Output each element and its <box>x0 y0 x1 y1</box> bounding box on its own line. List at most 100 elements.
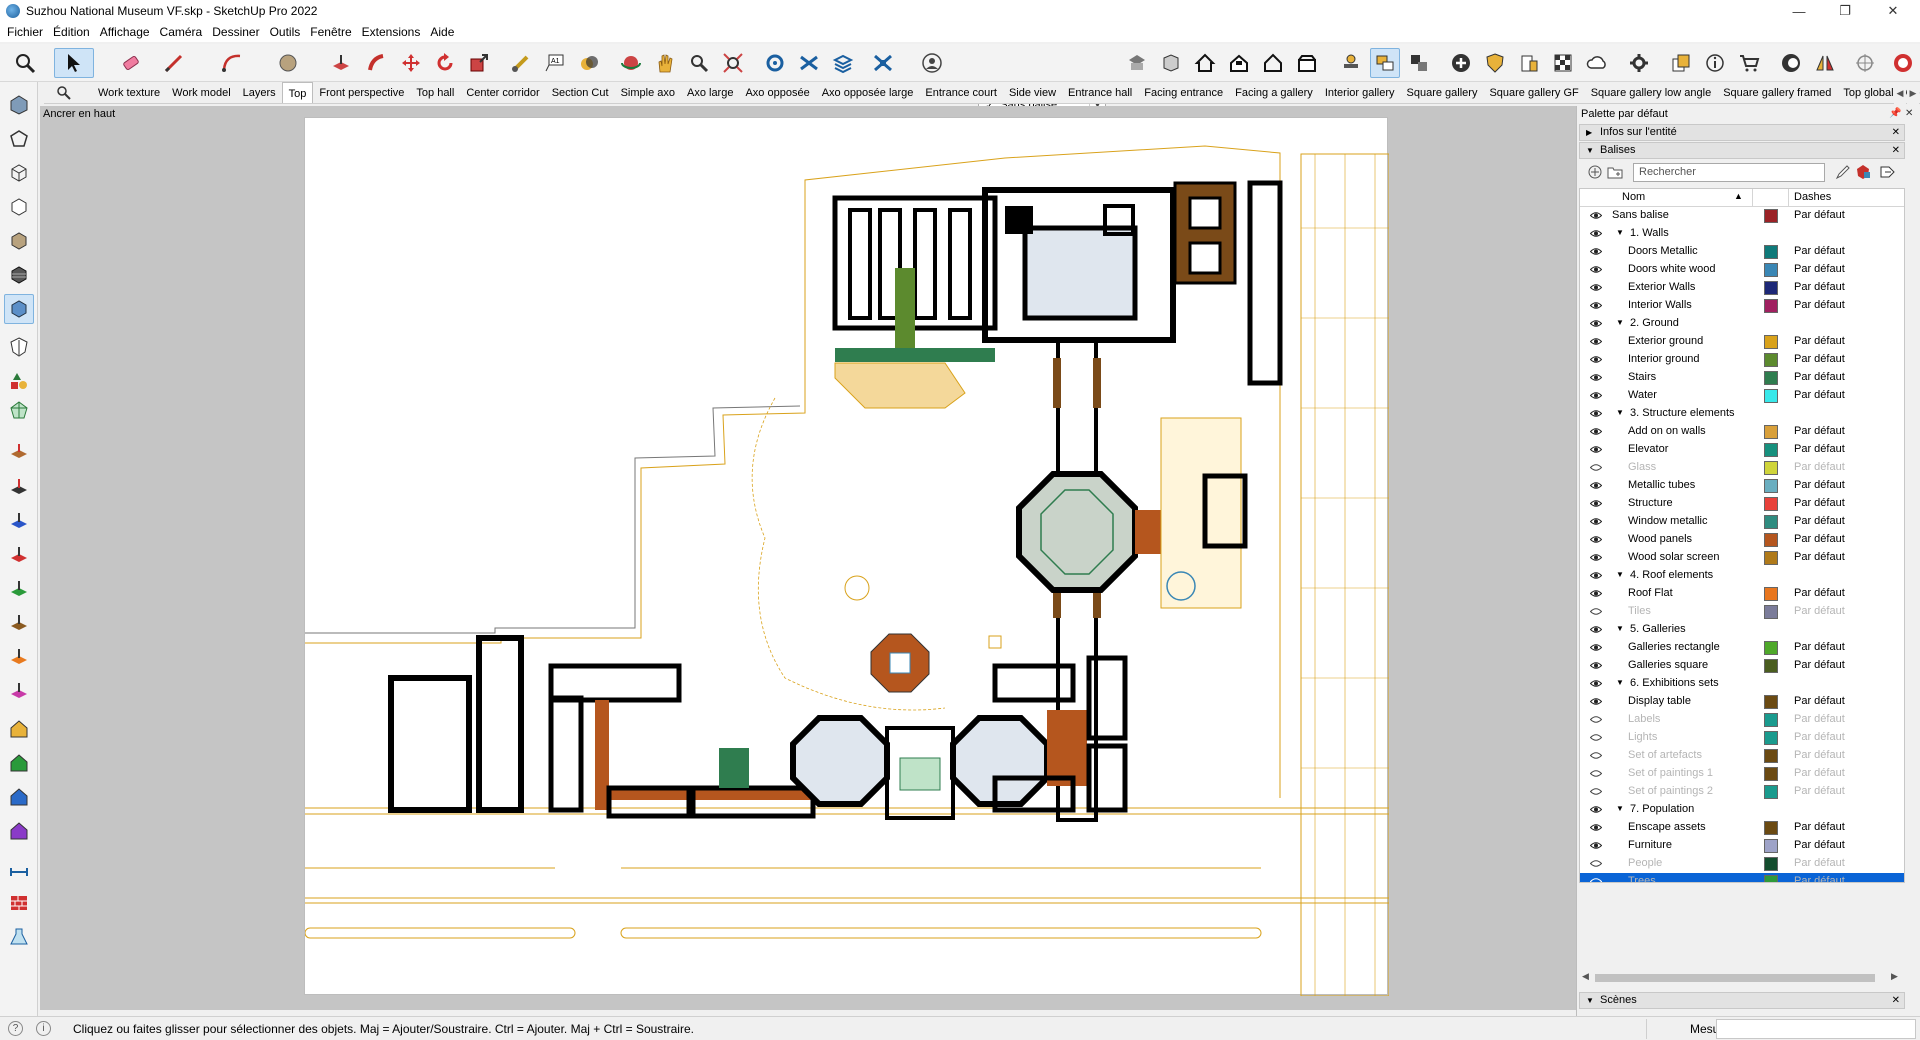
tag-color-swatch[interactable] <box>1764 389 1778 403</box>
follow-me-button[interactable] <box>362 48 392 78</box>
tag-dashes[interactable]: Par défaut <box>1794 857 1845 869</box>
tag-row[interactable]: Roof Flat Par défaut <box>1580 585 1904 603</box>
front-view-button[interactable] <box>1224 48 1254 78</box>
tag-row[interactable]: Metallic tubes Par défaut <box>1580 477 1904 495</box>
tag-dashes[interactable]: Par défaut <box>1794 371 1845 383</box>
tag-dashes[interactable]: Par défaut <box>1794 749 1845 761</box>
close-window-button[interactable]: ✕ <box>1870 0 1916 22</box>
scene-tab[interactable]: Axo opposée <box>739 82 815 103</box>
tag-dashes[interactable]: Par défaut <box>1794 785 1845 797</box>
tag-dashes[interactable]: Par défaut <box>1794 659 1845 671</box>
menu-dessiner[interactable]: Dessiner <box>207 25 264 39</box>
warehouse-button[interactable] <box>760 48 790 78</box>
tag-folder-row[interactable]: ▼ 2. Ground <box>1580 315 1904 333</box>
components-button[interactable] <box>1336 48 1366 78</box>
eye-closed-icon[interactable] <box>1590 751 1602 760</box>
xray-button[interactable] <box>868 48 898 78</box>
eye-icon[interactable] <box>1590 355 1602 364</box>
hidden-line-button[interactable] <box>4 192 34 222</box>
info-icon[interactable]: i <box>36 1021 51 1036</box>
folder-toggle-icon[interactable]: ▼ <box>1616 318 1624 327</box>
zoom-button[interactable] <box>684 48 714 78</box>
eye-icon[interactable] <box>1590 643 1602 652</box>
eye-closed-icon[interactable] <box>1590 787 1602 796</box>
trimble-button[interactable] <box>1776 48 1806 78</box>
tag-color-swatch[interactable] <box>1764 497 1778 511</box>
scene-tab[interactable]: Top hall <box>410 82 460 103</box>
floor-plan-drawing[interactable] <box>304 117 1390 997</box>
tag-row[interactable]: Tiles Par défaut <box>1580 603 1904 621</box>
tag-tool-pencil-icon[interactable] <box>1835 164 1851 180</box>
tag-color-swatch[interactable] <box>1764 839 1778 853</box>
tag-row[interactable]: Doors Metallic Par défaut <box>1580 243 1904 261</box>
add-tag-icon[interactable] <box>1587 164 1603 180</box>
tag-color-swatch[interactable] <box>1764 731 1778 745</box>
photo-match-button[interactable] <box>1514 48 1544 78</box>
menu-extensions[interactable]: Extensions <box>357 25 426 39</box>
house-purple-button[interactable] <box>4 816 34 846</box>
tag-color-swatch[interactable] <box>1764 281 1778 295</box>
tag-row[interactable]: Sans balise Par défaut <box>1580 207 1904 225</box>
close-panel-icon[interactable]: ✕ <box>1892 993 1900 1008</box>
axis-green-button[interactable] <box>4 574 34 604</box>
eye-icon[interactable] <box>1590 805 1602 814</box>
tag-row[interactable]: Interior Walls Par défaut <box>1580 297 1904 315</box>
scene-tab[interactable]: Entrance court <box>919 82 1003 103</box>
tag-row[interactable]: Water Par défaut <box>1580 387 1904 405</box>
tag-dashes[interactable]: Par défaut <box>1794 821 1845 833</box>
scene-tab[interactable]: Facing a gallery <box>1229 82 1319 103</box>
orbit-button[interactable] <box>616 48 646 78</box>
push-pull-button[interactable] <box>326 48 356 78</box>
folder-toggle-icon[interactable]: ▼ <box>1616 228 1624 237</box>
rotate-tool-button[interactable] <box>430 48 460 78</box>
tag-color-swatch[interactable] <box>1764 695 1778 709</box>
tags-search-input[interactable]: Rechercher <box>1633 163 1825 182</box>
tag-color-swatch[interactable] <box>1764 605 1778 619</box>
tag-dashes[interactable]: Par défaut <box>1794 767 1845 779</box>
enscape-button[interactable] <box>1888 48 1918 78</box>
search-icon[interactable] <box>56 85 72 101</box>
eye-closed-icon[interactable] <box>1590 733 1602 742</box>
target-button[interactable] <box>1850 48 1880 78</box>
tag-row[interactable]: Add on on walls Par défaut <box>1580 423 1904 441</box>
axis-red-button[interactable] <box>4 540 34 570</box>
house-blue-button[interactable] <box>4 782 34 812</box>
tag-folder-row[interactable]: ▼ 7. Population <box>1580 801 1904 819</box>
info-button[interactable] <box>1700 48 1730 78</box>
eye-icon[interactable] <box>1590 589 1602 598</box>
tag-row[interactable]: Glass Par défaut <box>1580 459 1904 477</box>
tag-row[interactable]: Enscape assets Par défaut <box>1580 819 1904 837</box>
tag-row[interactable]: Galleries square Par défaut <box>1580 657 1904 675</box>
eye-closed-icon[interactable] <box>1590 607 1602 616</box>
scene-tab[interactable]: Top <box>281 82 314 103</box>
color-by-tag-icon[interactable] <box>1855 164 1871 180</box>
tag-color-swatch[interactable] <box>1764 371 1778 385</box>
scale-tool-button[interactable] <box>464 48 494 78</box>
add-location-button[interactable] <box>1446 48 1476 78</box>
scene-tab[interactable]: Side view <box>1003 82 1062 103</box>
scene-tab[interactable]: Square gallery framed <box>1717 82 1837 103</box>
tag-dashes[interactable]: Par défaut <box>1794 605 1845 617</box>
eye-icon[interactable] <box>1590 211 1602 220</box>
axis-orange-button[interactable] <box>4 642 34 672</box>
menu-aide[interactable]: Aide <box>425 25 459 39</box>
eye-icon[interactable] <box>1590 823 1602 832</box>
paint-bucket-button[interactable] <box>574 48 604 78</box>
scroll-right-arrow[interactable]: ▶ <box>1891 971 1898 982</box>
axis-magenta-button[interactable] <box>4 676 34 706</box>
right-view-button[interactable] <box>1258 48 1288 78</box>
tag-row[interactable]: Structure Par défaut <box>1580 495 1904 513</box>
eye-icon[interactable] <box>1590 445 1602 454</box>
tag-dashes[interactable]: Par défaut <box>1794 497 1845 509</box>
top-view-button[interactable] <box>1190 48 1220 78</box>
tag-dashes[interactable]: Par défaut <box>1794 551 1845 563</box>
texture-button[interactable] <box>1548 48 1578 78</box>
eye-icon[interactable] <box>1590 265 1602 274</box>
measurements-input[interactable] <box>1716 1019 1916 1039</box>
back-view-button[interactable] <box>1292 48 1322 78</box>
tag-color-swatch[interactable] <box>1764 245 1778 259</box>
menu-outils[interactable]: Outils <box>265 25 306 39</box>
scene-scroll-right-button[interactable]: ▶ <box>1907 82 1919 104</box>
tags-horizontal-scrollbar[interactable]: ◀ ▶ <box>1579 970 1905 986</box>
menu-camera[interactable]: Caméra <box>155 25 208 39</box>
